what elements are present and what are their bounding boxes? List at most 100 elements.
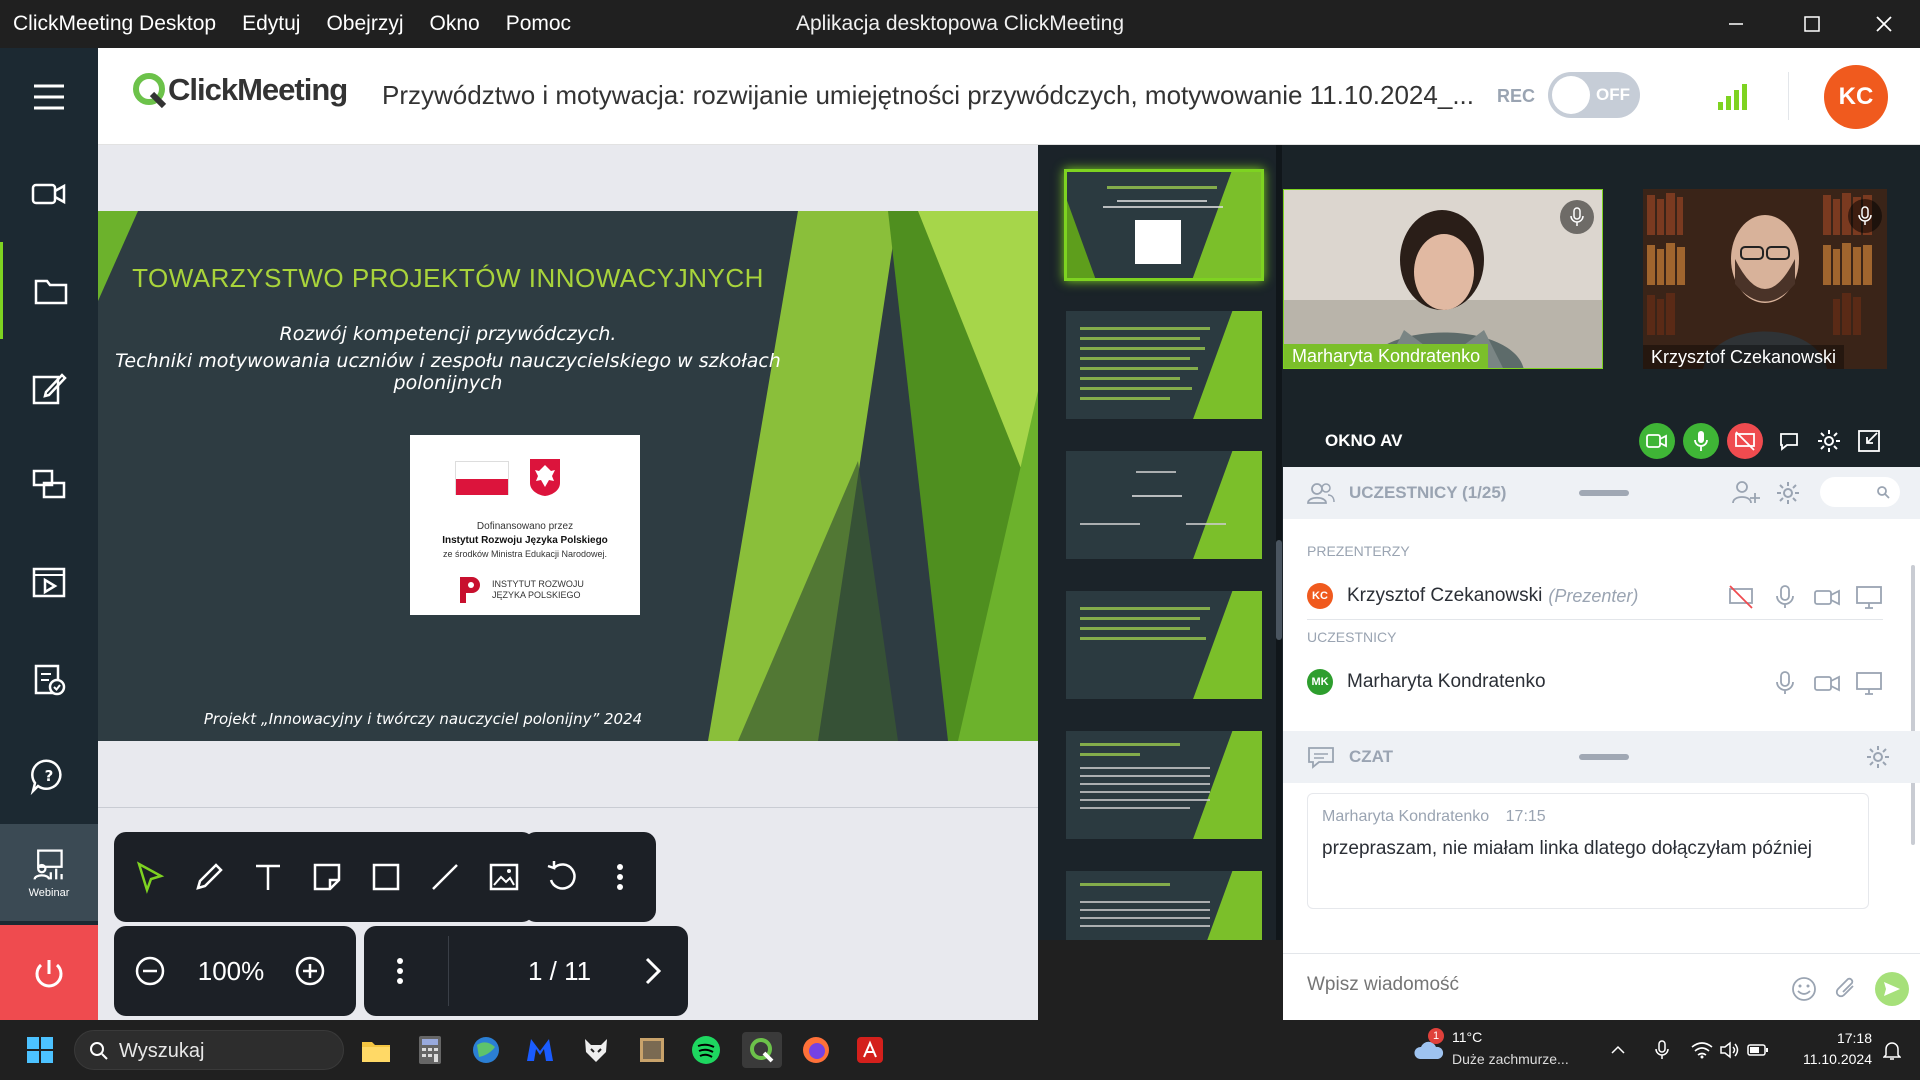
zoom-in-button[interactable] <box>274 926 346 1016</box>
participants-scrollbar[interactable] <box>1911 565 1915 845</box>
video-mic-button-1[interactable] <box>1560 200 1594 234</box>
tray-mic-icon[interactable] <box>1648 1032 1676 1068</box>
thumbnail-slide-2[interactable] <box>1064 309 1264 421</box>
battery-icon[interactable] <box>1744 1032 1772 1068</box>
chat-input[interactable] <box>1307 974 1787 996</box>
thumbnail-slide-5[interactable] <box>1064 729 1264 841</box>
next-page-button[interactable] <box>616 926 688 1016</box>
thumbnail-slide-6[interactable] <box>1064 869 1264 940</box>
close-button[interactable] <box>1848 0 1920 48</box>
menu-app[interactable]: ClickMeeting Desktop <box>13 12 216 36</box>
participants-search-input[interactable] <box>1820 477 1900 507</box>
video-tile-1[interactable]: Marharyta Kondratenko <box>1283 189 1603 369</box>
thumbnail-slide-3[interactable] <box>1064 449 1264 561</box>
browser-globe-icon[interactable] <box>468 1032 504 1068</box>
monitor-icon[interactable] <box>1855 669 1883 697</box>
microphone-icon[interactable] <box>1771 583 1799 611</box>
wifi-icon[interactable] <box>1688 1032 1716 1068</box>
thumbnail-slide-1[interactable] <box>1064 169 1264 281</box>
minimize-button[interactable] <box>1700 0 1772 48</box>
sidebar-screen-share[interactable] <box>0 436 98 533</box>
chevron-up-icon <box>1611 1045 1625 1054</box>
sidebar-media[interactable] <box>0 533 98 630</box>
chat-header[interactable]: CZAT <box>1283 731 1920 783</box>
undock-button[interactable] <box>1851 423 1887 459</box>
participant-row[interactable]: KC Krzysztof Czekanowski (Prezenter) <box>1307 571 1883 621</box>
sidebar-whiteboard[interactable] <box>0 339 98 436</box>
chat-settings-icon[interactable] <box>1865 744 1891 770</box>
page-indicator: 1 / 11 <box>528 956 592 986</box>
menu-view[interactable]: Obejrzyj <box>326 12 403 36</box>
clickmeeting-taskbar-icon[interactable] <box>742 1032 782 1068</box>
calculator-icon[interactable] <box>412 1032 448 1068</box>
menu-window[interactable]: Okno <box>430 12 480 36</box>
acrobat-icon[interactable] <box>852 1032 888 1068</box>
taskbar-search[interactable]: Wyszukaj <box>74 1030 344 1070</box>
spotify-icon[interactable] <box>688 1032 724 1068</box>
sidebar-qa[interactable]: ? <box>0 727 98 824</box>
start-button[interactable] <box>22 1032 58 1068</box>
sidebar-survey[interactable] <box>0 630 98 727</box>
camera-toggle-button[interactable] <box>1639 423 1675 459</box>
weather-icon[interactable]: 1 <box>1410 1028 1450 1068</box>
camera-icon[interactable] <box>1813 669 1841 697</box>
image-viewer-icon[interactable] <box>634 1032 670 1068</box>
chat-resize-handle[interactable] <box>1579 754 1629 760</box>
mic-toggle-button[interactable] <box>1683 423 1719 459</box>
camera-icon[interactable] <box>1813 583 1841 611</box>
user-avatar[interactable]: KC <box>1824 65 1888 129</box>
emoji-icon[interactable] <box>1791 976 1817 1002</box>
thumbnails-scrollbar[interactable] <box>1276 145 1282 940</box>
slide-canvas[interactable]: TOWARZYSTWO PROJEKTÓW INNOWACYJNYCH Rozw… <box>98 211 1038 741</box>
zoom-level: 100% <box>197 956 265 986</box>
hamburger-icon <box>34 84 64 109</box>
participants-divider <box>1307 619 1883 620</box>
monitor-icon[interactable] <box>1855 583 1883 611</box>
cursor-icon <box>136 861 165 894</box>
participants-settings-icon[interactable] <box>1775 480 1801 506</box>
firefox-icon[interactable] <box>798 1032 834 1068</box>
clickmeeting-logo: ClickMeeting <box>132 72 348 108</box>
microphone-icon[interactable] <box>1771 669 1799 697</box>
more-tools-button[interactable] <box>584 832 656 922</box>
zoom-out-button[interactable] <box>114 926 186 1016</box>
participants-resize-handle[interactable] <box>1579 490 1629 496</box>
chat-message-text: przepraszam, nie miałam linka dlatego do… <box>1322 838 1813 859</box>
page-options-button[interactable] <box>364 926 436 1016</box>
app-header: ClickMeeting Przywództwo i motywacja: ro… <box>98 48 1920 145</box>
send-button[interactable] <box>1875 972 1909 1006</box>
sidebar-webinar[interactable]: Webinar <box>0 824 98 921</box>
text-icon <box>256 864 280 890</box>
menu-edit[interactable]: Edytuj <box>242 12 300 36</box>
tray-overflow-button[interactable] <box>1604 1032 1632 1068</box>
notifications-icon[interactable] <box>1878 1032 1906 1068</box>
svg-text:?: ? <box>45 767 54 785</box>
volume-icon[interactable] <box>1716 1032 1744 1068</box>
attachment-icon[interactable] <box>1833 976 1859 1002</box>
participant-name: Krzysztof Czekanowski <box>1347 585 1543 606</box>
participant-row[interactable]: MK Marharyta Kondratenko <box>1307 657 1883 707</box>
malwarebytes-icon[interactable] <box>522 1032 558 1068</box>
presenters-label: PREZENTERZY <box>1307 543 1410 559</box>
participants-header[interactable]: UCZESTNICY (1/25) <box>1283 467 1920 519</box>
search-icon <box>1877 486 1890 499</box>
fox-app-icon[interactable] <box>578 1032 614 1068</box>
leave-button[interactable] <box>0 925 98 1022</box>
video-mic-button-2[interactable] <box>1848 199 1882 233</box>
file-explorer-icon[interactable] <box>358 1032 394 1068</box>
screen-share-toggle-button[interactable] <box>1727 423 1763 459</box>
rec-toggle[interactable]: OFF <box>1548 72 1640 118</box>
sidebar-files[interactable] <box>0 242 98 339</box>
chat-bubbles-button[interactable] <box>1771 423 1807 459</box>
av-settings-button[interactable] <box>1811 423 1847 459</box>
video-tile-2[interactable]: Krzysztof Czekanowski <box>1643 189 1887 369</box>
add-user-icon[interactable] <box>1731 479 1761 507</box>
screen-share-off-icon[interactable] <box>1727 583 1755 611</box>
rec-state: OFF <box>1596 85 1630 104</box>
sidebar-video[interactable] <box>0 145 98 242</box>
menu-help[interactable]: Pomoc <box>506 12 571 36</box>
drawing-toolbar <box>114 832 534 922</box>
sidebar-menu[interactable] <box>0 48 98 145</box>
thumbnail-slide-4[interactable] <box>1064 589 1264 701</box>
maximize-button[interactable] <box>1776 0 1848 48</box>
